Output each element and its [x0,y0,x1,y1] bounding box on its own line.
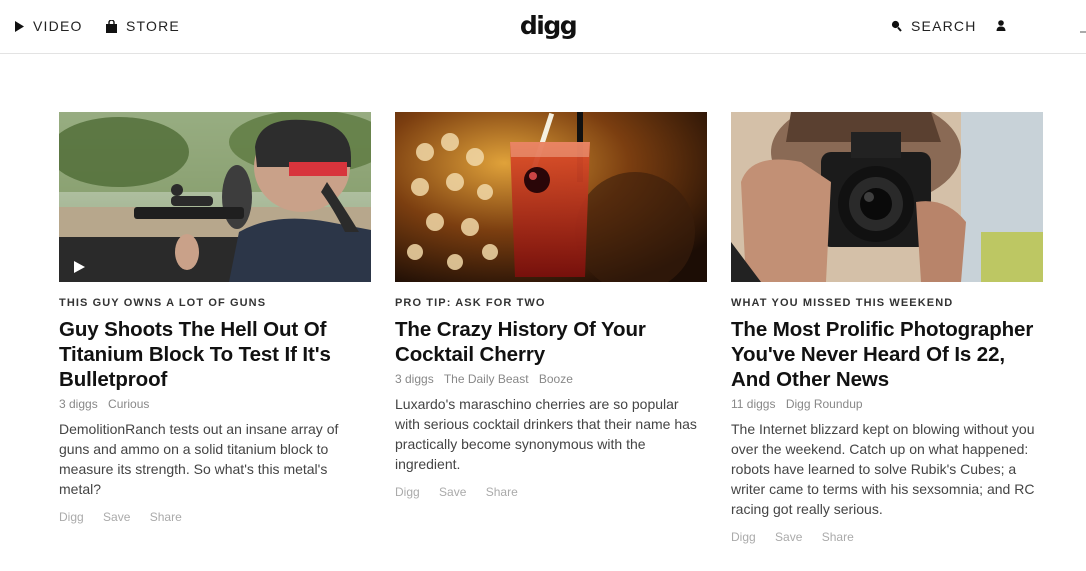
story-actions: Digg Save Share [395,485,707,500]
digg-count: 3 diggs [395,372,434,386]
play-icon [15,20,24,32]
nav-store-link[interactable]: STORE [106,17,180,35]
story-source-link[interactable]: Curious [108,397,149,411]
nav-video-label: VIDEO [33,18,83,34]
story-thumbnail-photographer[interactable] [731,112,1043,282]
story-actions: Digg Save Share [731,530,1043,545]
story-kicker: PRO TIP: ASK FOR TWO [395,297,546,309]
nav-store-label: STORE [126,18,180,34]
story-source-link[interactable]: The Daily Beast [444,372,529,386]
menu-edge-icon[interactable] [1080,20,1086,34]
search-icon [891,20,902,32]
story-source-link[interactable]: Digg Roundup [786,397,863,411]
story-card: WHAT YOU MISSED THIS WEEKEND The Most Pr… [731,112,1043,545]
save-button[interactable]: Save [775,530,802,544]
story-card: PRO TIP: ASK FOR TWO The Crazy History O… [395,112,707,500]
story-description: The Internet blizzard kept on blowing wi… [731,421,1035,517]
story-meta: 11 diggs Digg Roundup [731,397,1043,412]
share-button[interactable]: Share [486,485,518,499]
user-icon [996,18,1006,34]
story-meta: 3 diggs Curious [59,397,371,412]
digg-count: 11 diggs [731,397,776,411]
story-kicker: THIS GUY OWNS A LOT OF GUNS [59,297,267,309]
story-description: Luxardo's maraschino cherries are so pop… [395,396,697,472]
save-button[interactable]: Save [439,485,466,499]
top-nav-bar: VIDEO STORE digg SEARCH [0,0,1086,54]
share-button[interactable]: Share [822,530,854,544]
story-kicker: WHAT YOU MISSED THIS WEEKEND [731,297,954,309]
story-description: DemolitionRanch tests out an insane arra… [59,421,339,497]
story-title[interactable]: Guy Shoots The Hell Out Of Titanium Bloc… [59,317,371,392]
story-meta: 3 diggs The Daily Beast Booze [395,372,707,387]
bag-icon [106,19,117,33]
story-actions: Digg Save Share [59,510,371,525]
save-button[interactable]: Save [103,510,130,524]
story-title[interactable]: The Crazy History Of Your Cocktail Cherr… [395,317,707,367]
story-title[interactable]: The Most Prolific Photographer You've Ne… [731,317,1043,392]
video-play-icon [74,261,85,273]
digg-count: 3 diggs [59,397,98,411]
story-thumbnail-shooter[interactable] [59,112,371,282]
search-label: SEARCH [911,18,977,34]
nav-video-link[interactable]: VIDEO [15,17,83,35]
digg-button[interactable]: Digg [731,530,756,544]
story-tag-link[interactable]: Booze [539,372,573,386]
story-card: THIS GUY OWNS A LOT OF GUNS Guy Shoots T… [59,112,371,525]
digg-logo[interactable]: digg [520,11,578,40]
digg-button[interactable]: Digg [395,485,420,499]
search-button[interactable]: SEARCH [891,17,977,35]
share-button[interactable]: Share [150,510,182,524]
user-account-button[interactable] [996,17,1006,35]
story-thumbnail-cocktail[interactable] [395,112,707,282]
digg-button[interactable]: Digg [59,510,84,524]
